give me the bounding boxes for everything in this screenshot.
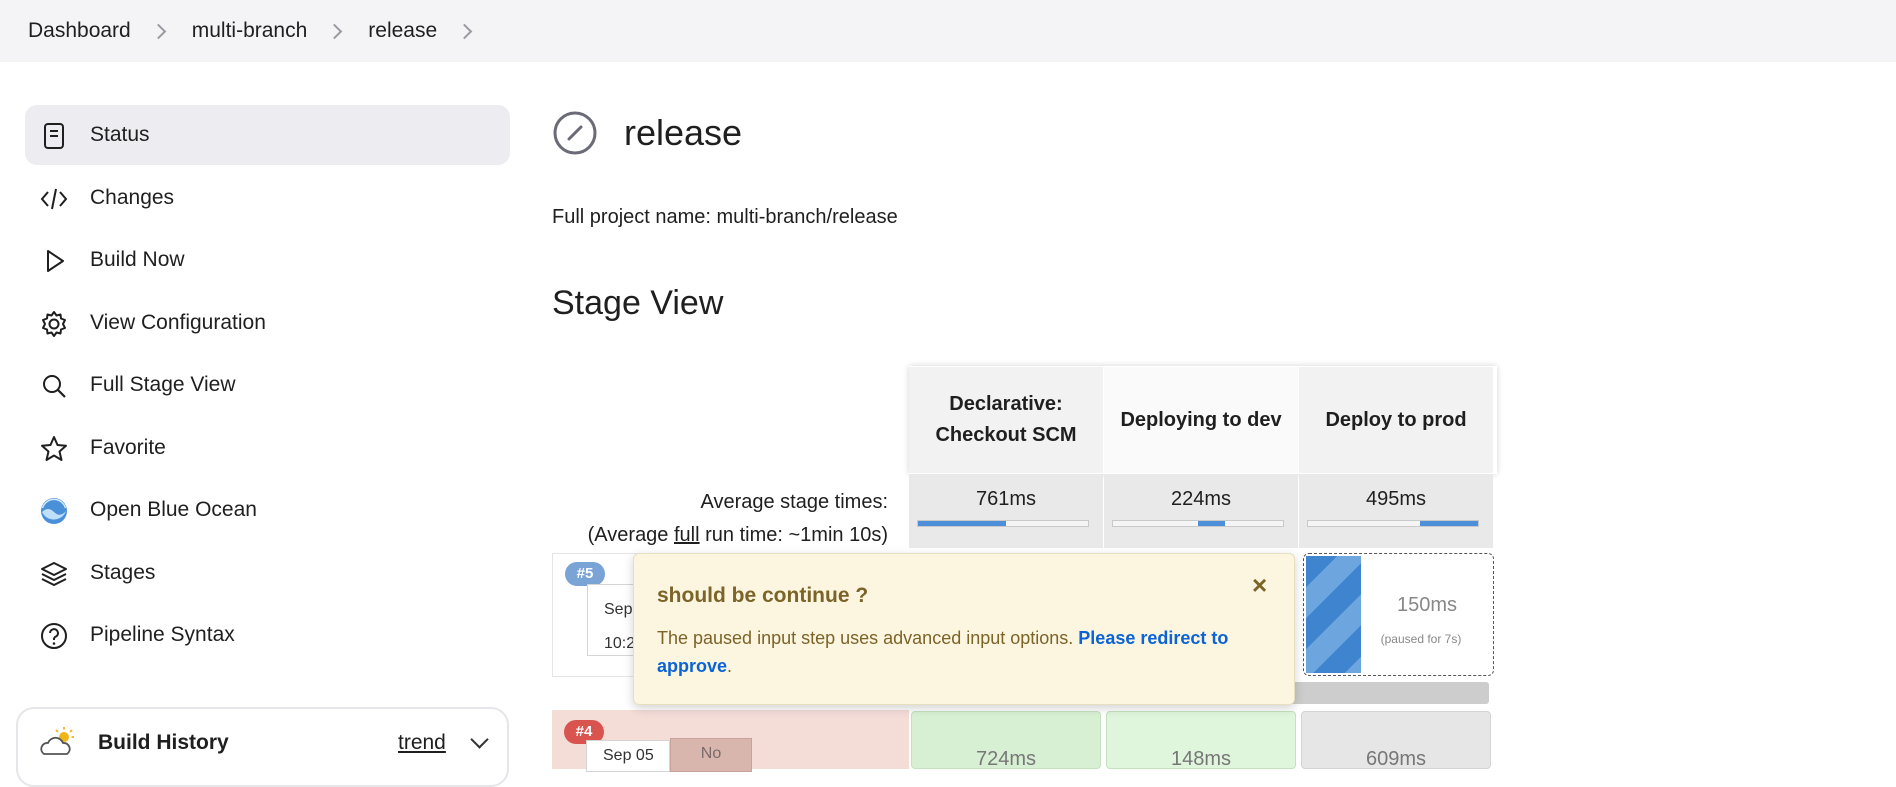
popup-title: should be continue ?	[657, 584, 869, 607]
sidebar-item-pipeline-syntax[interactable]: Pipeline Syntax	[25, 605, 510, 665]
sidebar-item-full-stage-view[interactable]: Full Stage View	[25, 355, 510, 415]
help-icon	[39, 621, 69, 651]
stage-cell-success[interactable]: 724ms	[911, 711, 1101, 770]
blue-ocean-icon	[39, 496, 69, 526]
chevron-down-icon[interactable]	[470, 730, 489, 749]
avg-time-bar	[917, 520, 1089, 527]
sidebar-item-label: View Configuration	[90, 310, 266, 334]
sidebar-item-changes[interactable]: Changes	[25, 168, 510, 228]
sidebar-item-status[interactable]: Status	[25, 105, 510, 165]
breadcrumb-dashboard[interactable]: Dashboard	[28, 19, 131, 43]
sidebar-item-stages[interactable]: Stages	[25, 543, 510, 603]
avg-label-prefix: (Average	[587, 524, 674, 546]
sidebar-item-label: Stages	[90, 560, 156, 584]
chevron-right-icon	[150, 23, 167, 39]
page-title: release	[624, 112, 743, 153]
sidebar-item-view-configuration[interactable]: View Configuration	[25, 293, 510, 353]
sidebar-item-label: Changes	[90, 185, 175, 209]
code-icon	[39, 184, 69, 214]
popup-message-end: .	[727, 656, 733, 676]
build-history-title: Build History	[98, 731, 229, 754]
sidebar-item-build-now[interactable]: Build Now	[25, 230, 510, 290]
chevron-right-icon	[327, 23, 343, 39]
sidebar-item-label: Open Blue Ocean	[90, 498, 257, 521]
avg-time-bar	[1112, 520, 1284, 527]
paused-stage-cell[interactable]: 150ms (paused for 7s)	[1303, 553, 1494, 676]
sidebar-item-label: Favorite	[90, 435, 166, 459]
play-icon	[39, 246, 69, 276]
avg-time-bar	[1307, 520, 1479, 527]
popup-message-text: The paused input step uses advanced inpu…	[657, 628, 1079, 648]
chevron-right-icon[interactable]	[456, 23, 473, 39]
build-history-panel: Build History trend	[16, 707, 509, 787]
sidebar-item-label: Build Now	[90, 248, 185, 271]
star-icon	[39, 434, 69, 464]
breadcrumb-release[interactable]: release	[368, 19, 437, 43]
full-run-link[interactable]: full	[674, 524, 700, 546]
stage-cell-success[interactable]: 148ms	[1106, 711, 1296, 770]
gear-icon	[39, 309, 69, 339]
search-icon	[39, 371, 69, 401]
run-date: Sep 05	[586, 740, 670, 772]
avg-time-cell: 495ms	[1299, 474, 1493, 548]
input-step-popup: should be continue ? × The paused input …	[633, 553, 1295, 705]
stage-time: 148ms	[1170, 748, 1232, 770]
stage-header-checkout-scm: Declarative: Checkout SCM	[909, 367, 1103, 473]
stage-header-deploy-dev: Deploying to dev	[1104, 367, 1298, 473]
stage-header-deploy-prod: Deploy to prod	[1299, 367, 1493, 473]
avg-time-value: 224ms	[1170, 488, 1232, 510]
avg-time-cell: 761ms	[909, 474, 1103, 548]
stage-cell-aborted[interactable]: 609ms	[1301, 711, 1491, 770]
sidebar-item-favorite[interactable]: Favorite	[25, 418, 510, 478]
average-stage-times-label: Average stage times: (Average full run t…	[552, 486, 888, 552]
sidebar-item-label: Pipeline Syntax	[90, 623, 235, 646]
sidebar-item-label: Full Stage View	[90, 373, 236, 396]
avg-label-line1: Average stage times:	[700, 491, 888, 513]
close-icon[interactable]: ×	[1252, 570, 1267, 601]
trend-link[interactable]: trend	[398, 731, 446, 755]
paused-stage-time: 150ms	[1396, 594, 1458, 616]
sidebar-item-label: Status	[90, 123, 150, 146]
avg-time-bar-fill	[1198, 521, 1226, 526]
weather-sunny-cloud-icon	[38, 726, 76, 760]
avg-time-bar-fill	[1420, 521, 1478, 526]
build-number-badge[interactable]: #5	[565, 562, 605, 586]
paused-note: (paused for 7s)	[1380, 632, 1462, 646]
avg-label-suffix: run time: ~1min 10s)	[699, 524, 888, 546]
stage-time: 724ms	[975, 748, 1037, 770]
stage-view-title: Stage View	[552, 284, 724, 322]
breadcrumb-multi-branch[interactable]: multi-branch	[192, 19, 308, 43]
avg-time-value: 495ms	[1365, 488, 1427, 510]
layers-icon	[39, 559, 69, 589]
sidebar: Status Changes Build Now View Configurat…	[25, 105, 510, 668]
stage-time: 609ms	[1365, 748, 1427, 770]
run-row-4[interactable]: #4 Sep 05 No	[552, 710, 909, 772]
document-icon	[39, 121, 69, 151]
disabled-status-icon	[552, 110, 598, 156]
sidebar-item-open-blue-ocean[interactable]: Open Blue Ocean	[25, 480, 510, 540]
avg-time-value: 761ms	[975, 488, 1037, 510]
in-progress-stripe	[1306, 556, 1361, 673]
popup-message: The paused input step uses advanced inpu…	[657, 624, 1272, 680]
avg-label-line2: (Average full run time: ~1min 10s)	[552, 519, 888, 552]
full-project-name: Full project name: multi-branch/release	[552, 206, 898, 228]
breadcrumb: Dashboard multi-branch release	[0, 0, 1896, 62]
avg-time-bar-fill	[918, 521, 1007, 526]
no-changes-badge[interactable]: No	[670, 738, 752, 772]
avg-time-cell: 224ms	[1104, 474, 1298, 548]
